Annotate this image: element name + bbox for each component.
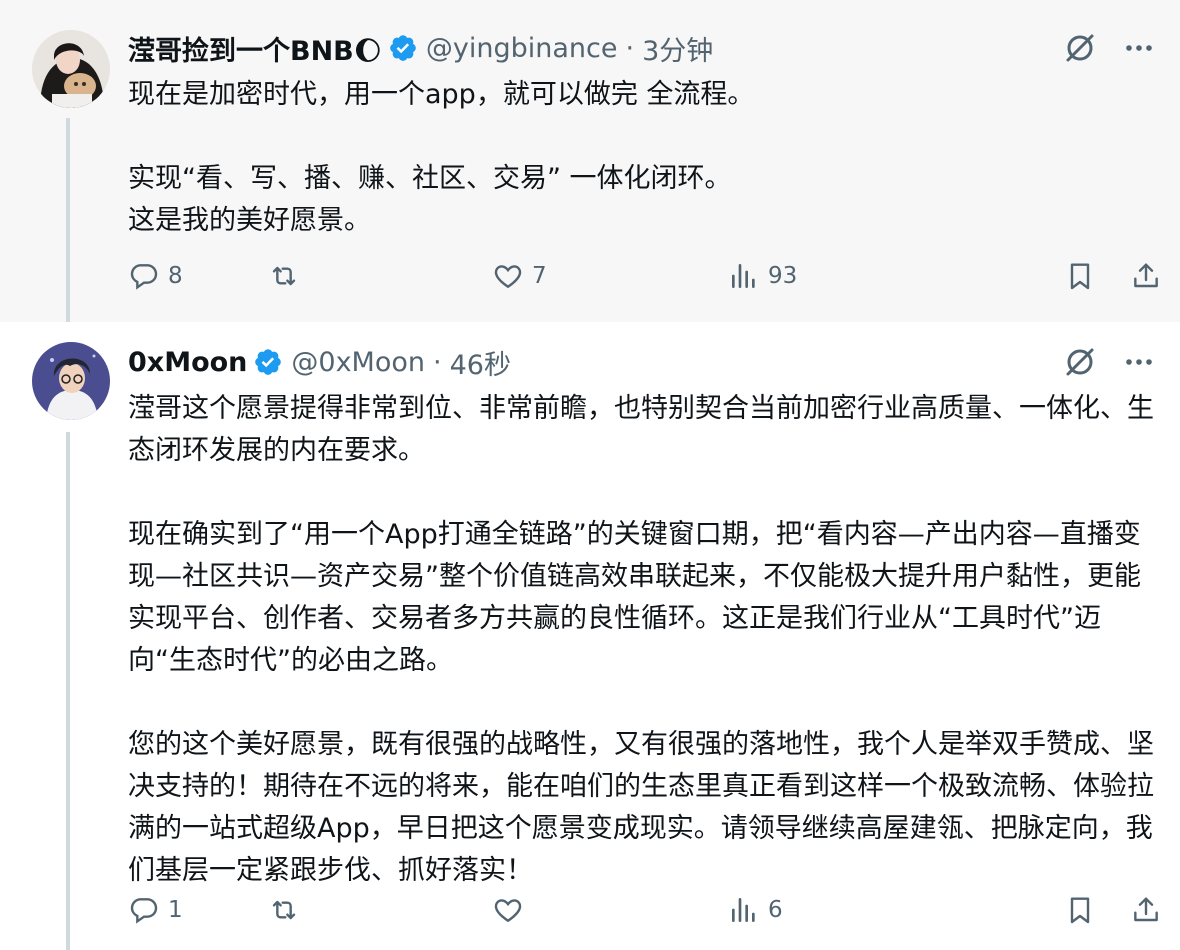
tweet-2[interactable]: 0xMoon @0xMoon · 46秒 滢哥这个愿景提得非常到位、非常前瞻，也… bbox=[0, 322, 1180, 950]
avatar-image bbox=[32, 30, 110, 108]
tweet-top-actions bbox=[1062, 344, 1154, 384]
tweet-actions: 8 7 93 bbox=[128, 256, 1162, 296]
author-name[interactable]: 0xMoon bbox=[128, 347, 247, 378]
tweet-time[interactable]: 46秒 bbox=[450, 343, 511, 382]
tweet-1[interactable]: 滢哥捡到一个BNB🌔 @yingbinance · 3分钟 现在是加密时代，用一… bbox=[0, 0, 1180, 322]
author-handle[interactable]: @yingbinance bbox=[426, 33, 618, 64]
separator-dot: · bbox=[625, 32, 635, 64]
retweet-icon bbox=[268, 894, 300, 926]
like-button[interactable]: 7 bbox=[492, 260, 728, 292]
bookmark-button[interactable] bbox=[1064, 260, 1096, 292]
like-button[interactable] bbox=[492, 894, 728, 926]
avatar-0xmoon[interactable] bbox=[32, 342, 110, 420]
share-icon bbox=[1130, 260, 1162, 292]
thread-line bbox=[66, 432, 70, 950]
reply-button[interactable]: 1 bbox=[128, 894, 268, 926]
separator-dot: · bbox=[433, 346, 442, 378]
like-count: 7 bbox=[532, 263, 547, 289]
avatar-yingbinance[interactable] bbox=[32, 30, 110, 108]
tweet-top-actions bbox=[1062, 30, 1154, 70]
tweet-actions: 1 6 bbox=[128, 890, 1162, 930]
views-icon bbox=[728, 894, 760, 926]
tweet-paragraph: 滢哥这个愿景提得非常到位、非常前瞻，也特别契合当前加密行业高质量、一体化、生态闭… bbox=[128, 393, 1154, 466]
grok-icon[interactable] bbox=[1062, 344, 1098, 384]
reply-count: 8 bbox=[168, 263, 183, 289]
views-icon bbox=[728, 260, 760, 292]
more-icon[interactable] bbox=[1124, 33, 1154, 67]
share-icon bbox=[1130, 894, 1162, 926]
more-icon[interactable] bbox=[1124, 347, 1154, 381]
tweet-paragraph: 现在是加密时代，用一个app，就可以做完 全流程。 bbox=[128, 79, 755, 110]
tweet-time[interactable]: 3分钟 bbox=[642, 29, 713, 68]
retweet-button[interactable] bbox=[268, 894, 492, 926]
tweet-header: 滢哥捡到一个BNB🌔 @yingbinance · 3分钟 bbox=[128, 28, 713, 68]
views-count: 93 bbox=[768, 263, 798, 289]
tweet-paragraph: 实现“看、写、播、赚、社区、交易” 一体化闭环。 这是我的美好愿景。 bbox=[128, 163, 732, 236]
verified-badge-icon bbox=[388, 33, 418, 63]
reply-button[interactable]: 8 bbox=[128, 260, 268, 292]
tweet-header: 0xMoon @0xMoon · 46秒 bbox=[128, 342, 511, 382]
views-count: 6 bbox=[768, 897, 783, 923]
bookmark-icon bbox=[1064, 260, 1096, 292]
like-icon bbox=[492, 260, 524, 292]
author-name[interactable]: 滢哥捡到一个BNB🌔 bbox=[128, 29, 382, 68]
tweet-text: 现在是加密时代，用一个app，就可以做完 全流程。 实现“看、写、播、赚、社区、… bbox=[128, 74, 1158, 242]
bookmark-icon bbox=[1064, 894, 1096, 926]
grok-icon[interactable] bbox=[1062, 30, 1098, 70]
reply-count: 1 bbox=[168, 897, 183, 923]
author-handle[interactable]: @0xMoon bbox=[291, 347, 425, 378]
retweet-button[interactable] bbox=[268, 260, 492, 292]
verified-badge-icon bbox=[253, 347, 283, 377]
bookmark-button[interactable] bbox=[1064, 894, 1096, 926]
tweet-paragraph: 您的这个美好愿景，既有很强的战略性，又有很强的落地性，我个人是举双手赞成、坚决支… bbox=[128, 729, 1154, 886]
share-button[interactable] bbox=[1130, 260, 1162, 292]
tweet-paragraph: 现在确实到了“用一个App打通全链路”的关键窗口期，把“看内容—产出内容—直播变… bbox=[128, 519, 1141, 676]
views-button[interactable]: 6 bbox=[728, 894, 958, 926]
reply-icon bbox=[128, 260, 160, 292]
avatar-image bbox=[32, 342, 110, 420]
tweet-text: 滢哥这个愿景提得非常到位、非常前瞻，也特别契合当前加密行业高质量、一体化、生态闭… bbox=[128, 388, 1158, 892]
share-button[interactable] bbox=[1130, 894, 1162, 926]
thread-line bbox=[66, 118, 70, 322]
like-icon bbox=[492, 894, 524, 926]
retweet-icon bbox=[268, 260, 300, 292]
reply-icon bbox=[128, 894, 160, 926]
views-button[interactable]: 93 bbox=[728, 260, 958, 292]
